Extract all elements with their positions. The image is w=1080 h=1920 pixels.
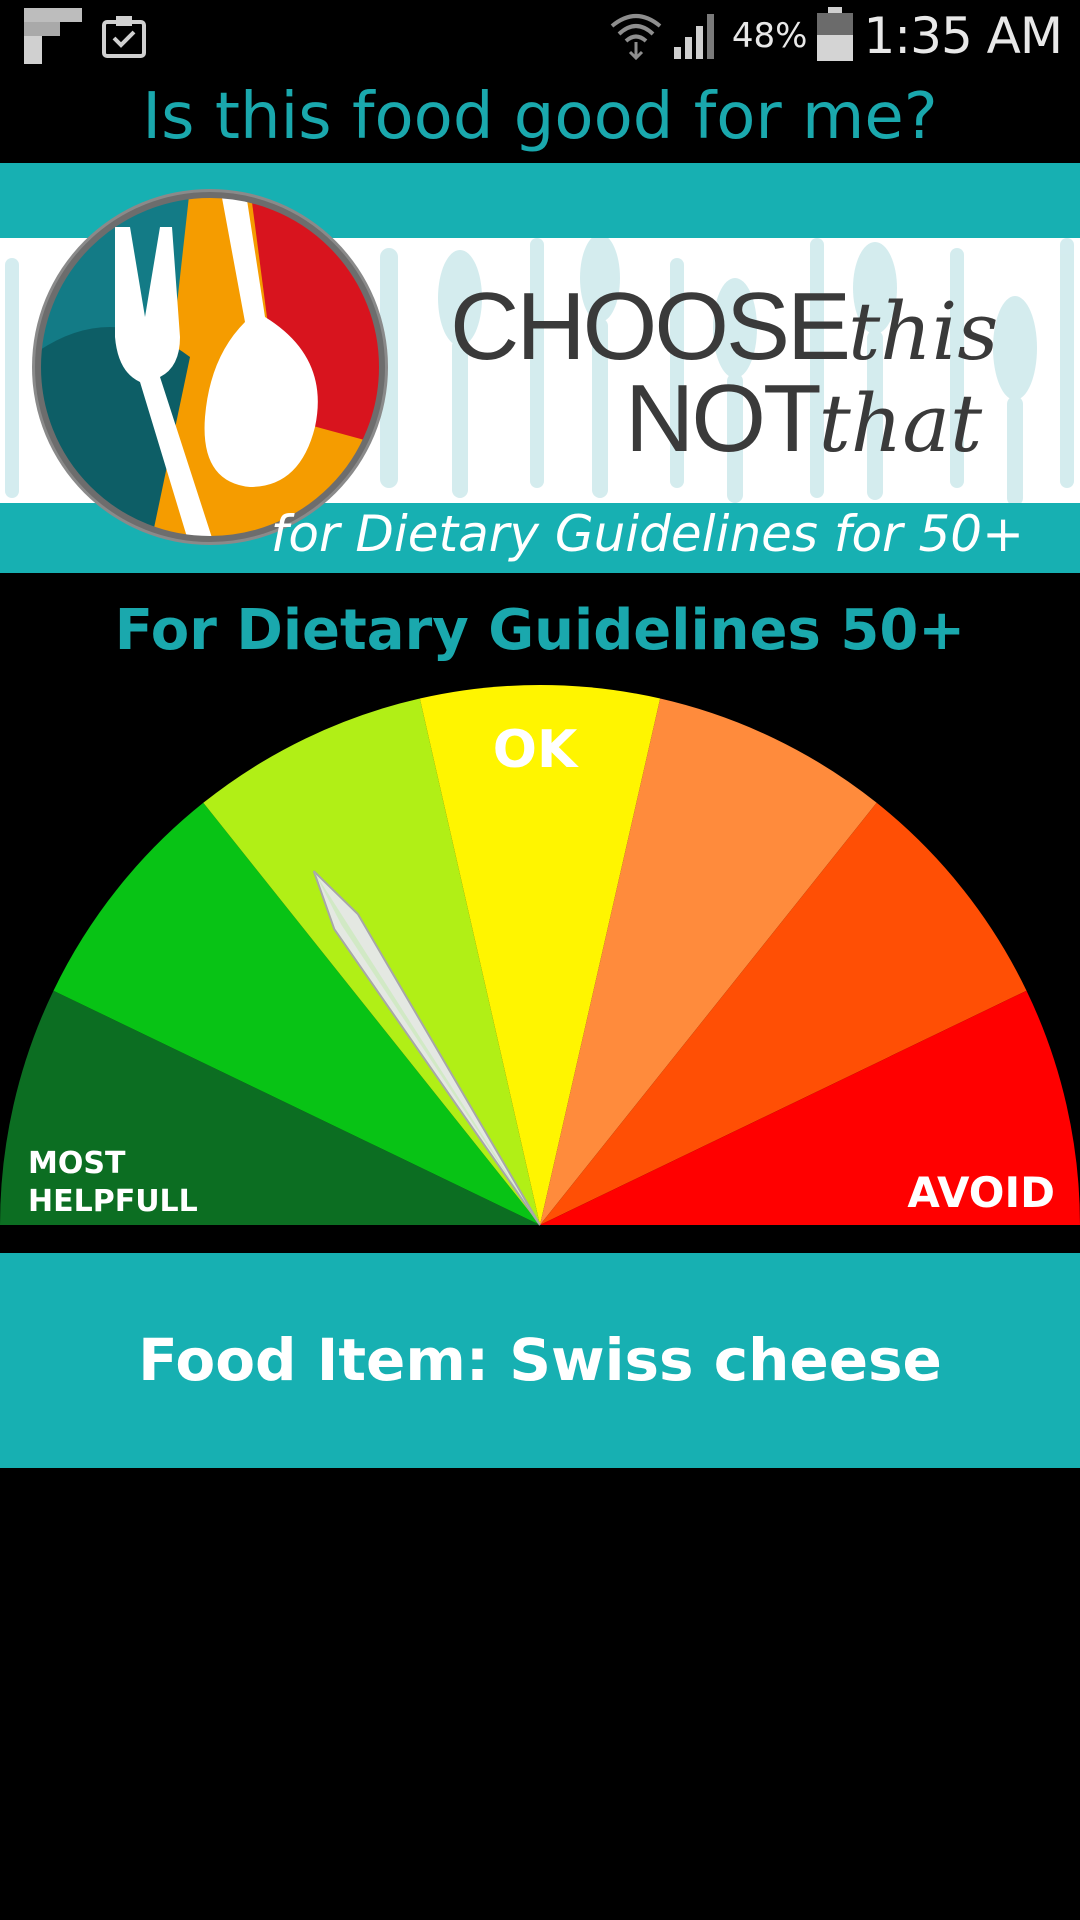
clipboard-check-icon (100, 12, 148, 65)
brand-line-1: CHOOSEthis (450, 279, 999, 378)
brand-that: that (818, 377, 983, 470)
status-bar: 48% 1:35 AM (0, 0, 1080, 72)
app-banner: CHOOSEthis NOTthat for Dietary Guideline… (0, 163, 1080, 573)
brand-this: this (848, 285, 999, 378)
app-logo (30, 187, 390, 547)
gauge-helpfull-label: HELPFULL (28, 1184, 198, 1219)
food-item-panel: Food Item: Swiss cheese (0, 1253, 1080, 1468)
wifi-icon (610, 8, 662, 65)
battery-icon (817, 6, 854, 66)
flipboard-icon (24, 8, 82, 69)
page-title: Is this food good for me? (142, 80, 938, 154)
signal-icon (672, 9, 722, 64)
gauge-avoid-label: AVOID (907, 1168, 1055, 1217)
clock: 1:35 AM (863, 7, 1063, 65)
gauge-most-label: MOST (28, 1146, 126, 1181)
section-subtitle: For Dietary Guidelines 50+ (114, 598, 966, 663)
brand-choose: CHOOSE (450, 273, 851, 380)
food-item-label: Food Item: Swiss cheese (138, 1326, 942, 1394)
food-rating-gauge: OK MOST HELPFULL AVOID (0, 685, 1080, 1230)
brand-not: NOT (625, 365, 822, 472)
brand-line-2: NOTthat (625, 371, 983, 470)
gauge-ok-label: OK (493, 720, 579, 780)
battery-percent: 48% (731, 16, 808, 56)
banner-tagline: for Dietary Guidelines for 50+ (270, 505, 1024, 563)
